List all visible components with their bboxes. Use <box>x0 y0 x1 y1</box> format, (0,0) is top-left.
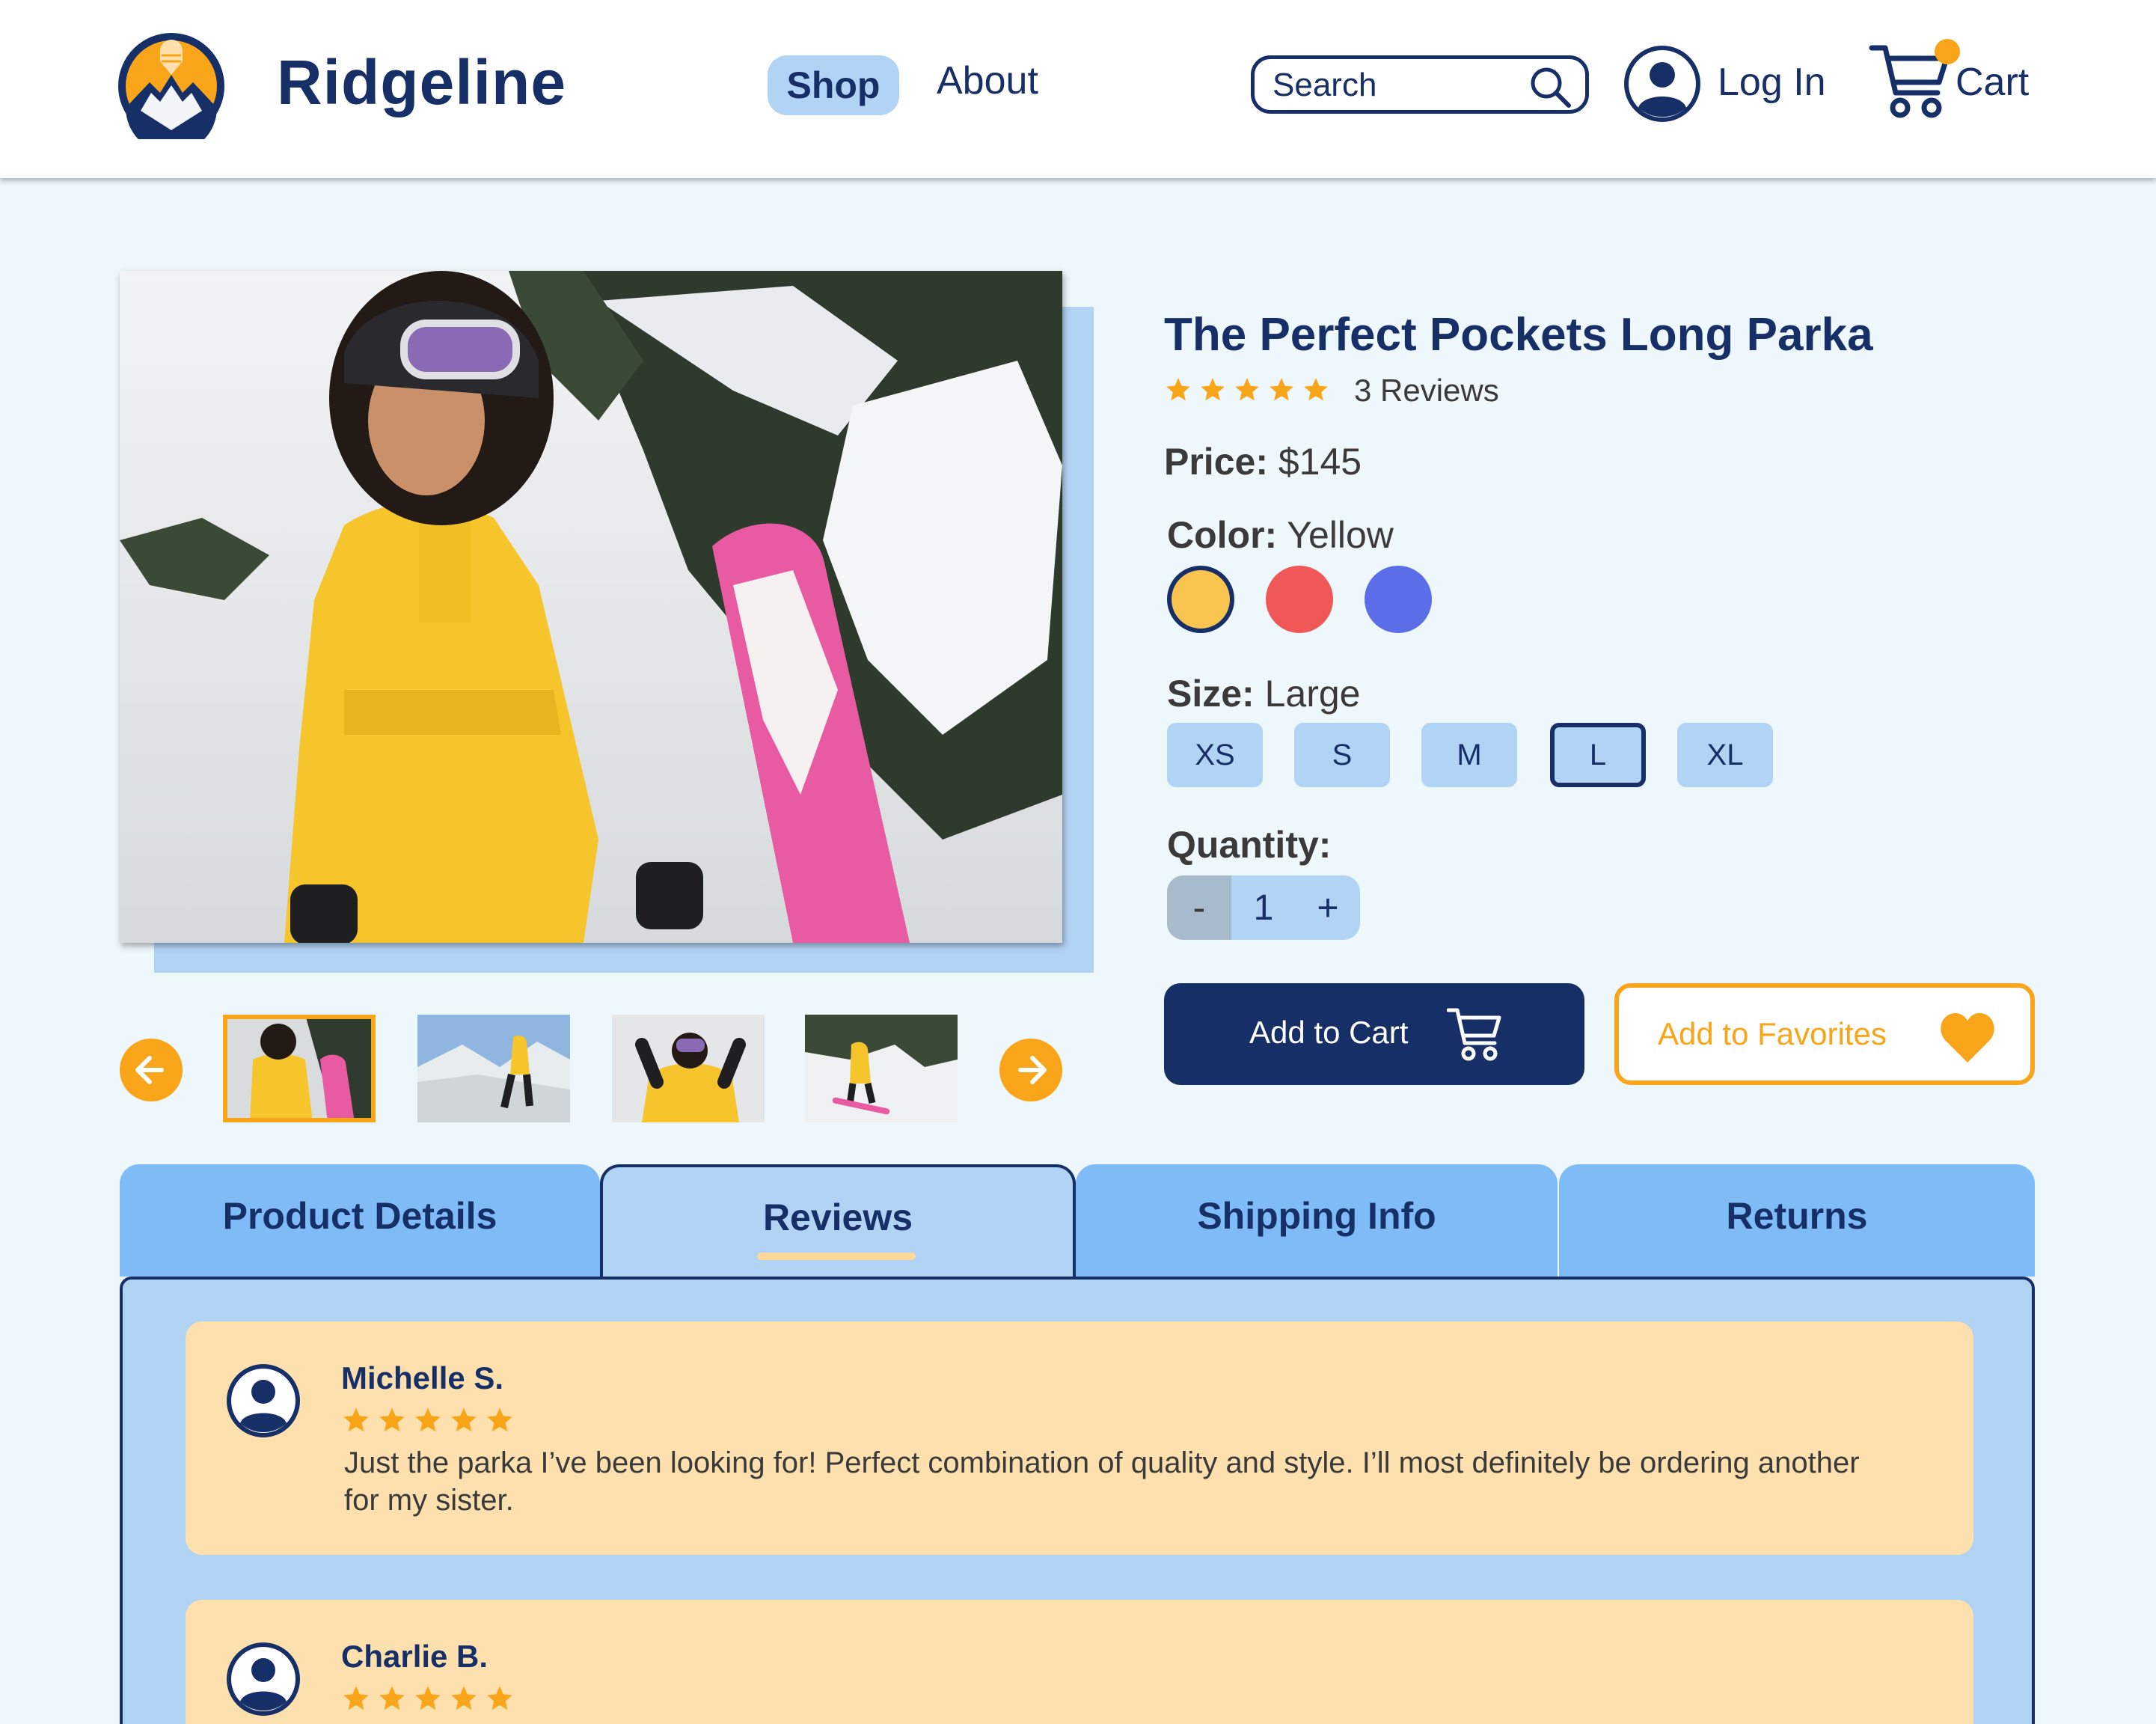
add-to-favorites-button[interactable]: Add to Favorites <box>1614 983 2035 1085</box>
search-placeholder: Search <box>1273 67 1377 103</box>
star-icon <box>1166 378 1190 401</box>
nav-shop[interactable]: Shop <box>768 55 899 115</box>
size-option-s[interactable]: S <box>1294 723 1390 787</box>
gallery-thumbnail[interactable] <box>612 1015 765 1122</box>
review-card: Michelle S. Just the parka I’ve been loo… <box>186 1321 1973 1555</box>
cart-link[interactable]: Cart <box>1956 60 2029 105</box>
site-header: Ridgeline Shop About Search Log In Cart <box>0 0 2156 178</box>
star-icon <box>415 1686 441 1710</box>
quantity-decrease-button[interactable]: - <box>1167 875 1231 940</box>
size-option-l[interactable]: L <box>1550 723 1646 787</box>
price-label: Price: <box>1164 441 1268 483</box>
add-to-favorites-label: Add to Favorites <box>1658 1016 1887 1051</box>
star-icon <box>487 1407 512 1431</box>
color-swatch-yellow[interactable] <box>1167 566 1234 633</box>
reviewer-avatar-icon <box>227 1364 300 1437</box>
color-row: Color: Yellow <box>1167 513 1394 557</box>
price-row: Price: $145 <box>1164 440 1362 483</box>
size-row: Size: Large <box>1167 672 1361 715</box>
tab-returns[interactable]: Returns <box>1559 1164 2035 1277</box>
star-icon <box>415 1407 441 1431</box>
size-option-xs[interactable]: XS <box>1167 723 1263 787</box>
quantity-label: Quantity: <box>1167 823 1331 866</box>
brand-name[interactable]: Ridgeline <box>277 46 566 119</box>
size-value: Large <box>1264 673 1361 715</box>
nav-about[interactable]: About <box>937 58 1038 103</box>
review-text: Just the parka I’ve been looking for! Pe… <box>344 1446 1860 1517</box>
user-account-icon[interactable] <box>1623 45 1701 123</box>
star-icon <box>379 1407 405 1431</box>
login-link[interactable]: Log In <box>1718 60 1826 105</box>
search-icon[interactable] <box>1527 64 1573 110</box>
review-rating-stars <box>341 1405 515 1435</box>
star-icon <box>343 1686 369 1710</box>
reviewer-avatar-icon <box>227 1642 300 1716</box>
price-value: $145 <box>1278 441 1362 483</box>
product-photo-illustration <box>120 271 1062 943</box>
reviewer-name: Charlie B. <box>341 1639 489 1674</box>
product-title: The Perfect Pockets Long Parka <box>1164 309 1873 361</box>
reviews-count-link[interactable]: 3 Reviews <box>1354 373 1499 409</box>
review-card: Charlie B. <box>186 1600 1973 1724</box>
ridgeline-logo-icon[interactable] <box>118 33 224 139</box>
gallery-next-button[interactable] <box>999 1039 1062 1101</box>
tab-shipping-info[interactable]: Shipping Info <box>1076 1164 1558 1277</box>
quantity-value[interactable]: 1 <box>1231 875 1296 940</box>
thumbnail-image <box>417 1015 570 1122</box>
thumbnail-image <box>223 1015 376 1122</box>
gallery-thumbnail[interactable] <box>805 1015 958 1122</box>
reviewer-name: Michelle S. <box>341 1360 504 1396</box>
star-icon <box>1270 378 1293 401</box>
thumbnail-image <box>612 1015 765 1122</box>
star-icon <box>487 1686 512 1710</box>
star-icon <box>343 1407 369 1431</box>
color-label: Color: <box>1167 514 1278 556</box>
star-icon <box>1235 378 1259 401</box>
quantity-label-text: Quantity: <box>1167 824 1332 866</box>
size-label: Size: <box>1167 673 1255 715</box>
search-input[interactable]: Search <box>1251 55 1589 114</box>
size-option-m[interactable]: M <box>1421 723 1517 787</box>
active-tab-indicator <box>757 1253 916 1260</box>
gallery-thumbnail[interactable] <box>417 1015 570 1122</box>
review-rating-stars <box>341 1684 515 1714</box>
product-main-image <box>120 271 1062 943</box>
size-option-xl[interactable]: XL <box>1677 723 1773 787</box>
color-swatch-red[interactable] <box>1266 566 1333 633</box>
star-icon <box>451 1407 477 1431</box>
color-value: Yellow <box>1287 514 1394 556</box>
star-icon <box>379 1686 405 1710</box>
heart-icon <box>1941 1013 1994 1063</box>
star-icon <box>451 1686 477 1710</box>
reviews-panel: Michelle S. Just the parka I’ve been loo… <box>120 1277 2035 1724</box>
tab-product-details[interactable]: Product Details <box>120 1164 600 1277</box>
thumbnail-image <box>805 1015 958 1122</box>
quantity-increase-button[interactable]: + <box>1296 875 1360 940</box>
add-to-cart-label: Add to Cart <box>1249 1015 1409 1050</box>
star-icon <box>1201 378 1225 401</box>
product-rating-stars <box>1164 376 1330 404</box>
color-swatch-blue[interactable] <box>1365 566 1432 633</box>
add-to-cart-button[interactable]: Add to Cart <box>1164 983 1584 1085</box>
cart-icon <box>1447 1008 1501 1061</box>
quantity-stepper: - 1 + <box>1167 875 1360 940</box>
gallery-prev-button[interactable] <box>120 1039 183 1101</box>
gallery-thumbnail[interactable] <box>223 1015 376 1122</box>
star-icon <box>1304 378 1328 401</box>
